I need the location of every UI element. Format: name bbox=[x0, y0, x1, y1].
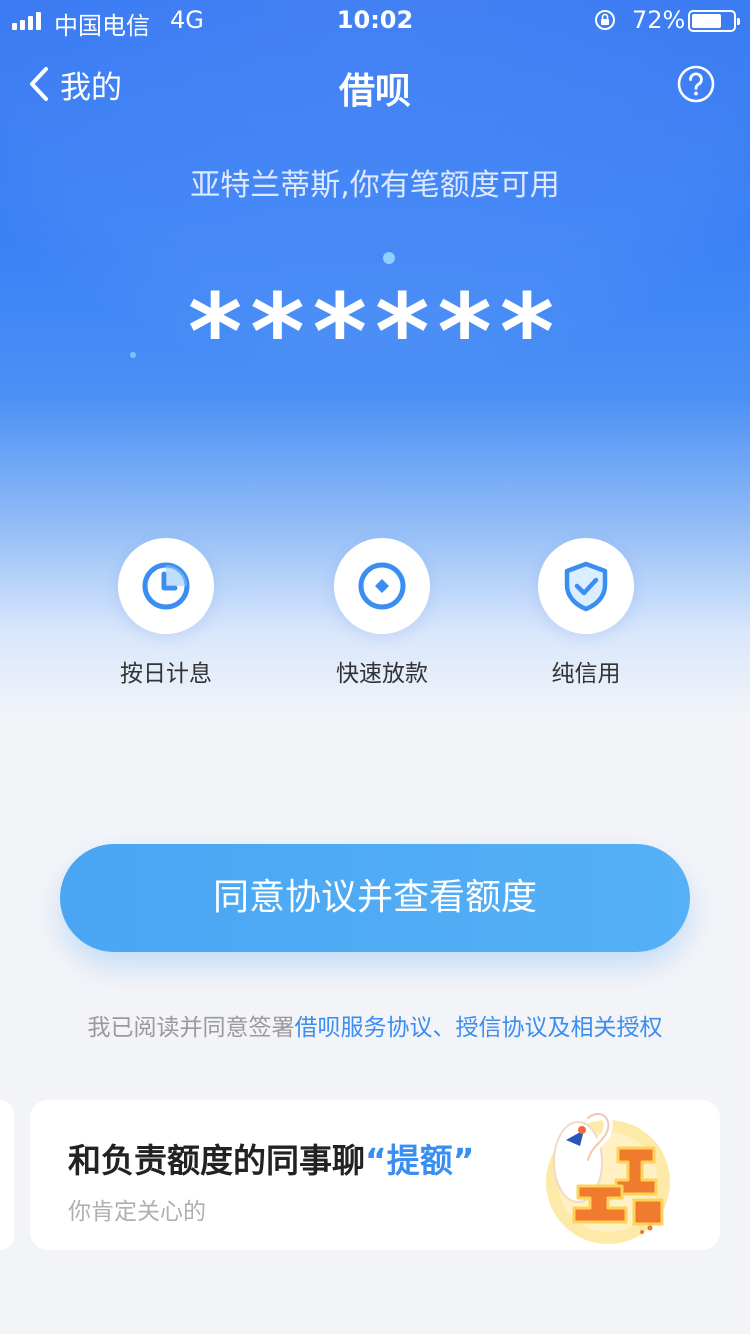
feature-icon-circle bbox=[334, 538, 430, 634]
previous-card-peek[interactable] bbox=[0, 1100, 14, 1250]
clock-icon bbox=[142, 562, 190, 610]
promo-title-highlight: “提额” bbox=[365, 1141, 475, 1180]
feature-icon-circle bbox=[118, 538, 214, 634]
battery-icon bbox=[688, 10, 740, 32]
coin-icon bbox=[358, 562, 406, 610]
feature-fast-loan: 快速放款 bbox=[282, 538, 482, 688]
agreement-text: 我已阅读并同意签署借呗服务协议、授信协议及相关授权 bbox=[0, 1008, 750, 1042]
feature-daily-interest: 按日计息 bbox=[66, 538, 266, 688]
status-bar: 中国电信 4G 10:02 72% bbox=[0, 0, 750, 40]
credit-greeting: 亚特兰蒂斯,你有笔额度可用 bbox=[190, 168, 560, 203]
help-icon[interactable] bbox=[676, 64, 716, 104]
rotation-lock-icon bbox=[595, 10, 615, 30]
feature-list: 按日计息 快速放款 纯信用 bbox=[0, 538, 750, 688]
masked-credit-amount: ****** bbox=[187, 271, 563, 393]
feature-label: 快速放款 bbox=[336, 661, 428, 687]
feature-pure-credit: 纯信用 bbox=[486, 538, 686, 688]
promo-card-subtitle: 你肯定关心的 bbox=[68, 1199, 206, 1225]
decor-dot bbox=[383, 252, 395, 264]
page-title: 借呗 bbox=[338, 71, 411, 112]
promo-card-title: 和负责额度的同事聊“提额” bbox=[68, 1134, 474, 1182]
feature-icon-circle bbox=[538, 538, 634, 634]
shield-check-icon bbox=[564, 561, 608, 612]
nav-bar: 我的 借呗 bbox=[0, 52, 750, 116]
agreement-link[interactable]: 借呗服务协议、授信协议及相关授权 bbox=[295, 1015, 663, 1041]
agree-and-view-credit-button[interactable]: 同意协议并查看额度 bbox=[60, 844, 690, 952]
feature-label: 纯信用 bbox=[551, 661, 621, 687]
raise-limit-illustration bbox=[546, 1109, 670, 1244]
promo-card[interactable]: 和负责额度的同事聊“提额” 你肯定关心的 bbox=[30, 1100, 720, 1250]
agreement-prefix: 我已阅读并同意签署 bbox=[87, 1015, 295, 1041]
battery-percent: 72% bbox=[632, 6, 686, 34]
promo-title-text: 和负责额度的同事聊 bbox=[68, 1141, 365, 1180]
feature-label: 按日计息 bbox=[120, 661, 212, 687]
